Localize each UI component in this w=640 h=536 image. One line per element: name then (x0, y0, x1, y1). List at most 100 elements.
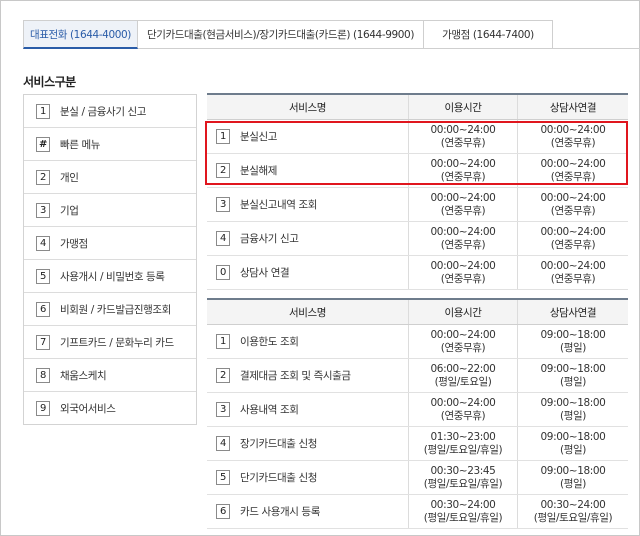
agent-note: (평일) (560, 477, 586, 490)
agent-note: (평일) (560, 409, 586, 422)
hours-cell: 00:00~24:00 (연중무휴) (408, 154, 517, 187)
menu-item-corporate[interactable]: 3 기업 (24, 194, 196, 227)
agent-cell: 00:30~24:00 (평일/토요일/휴일) (517, 495, 628, 528)
agent-time: 00:00~24:00 (540, 157, 606, 170)
menu-item-label: 기업 (60, 204, 79, 217)
agent-time: 09:00~18:00 (540, 328, 606, 341)
hours-cell: 00:30~23:45 (평일/토요일/휴일) (408, 461, 517, 494)
key-badge: 0 (216, 265, 230, 280)
hours-time: 01:30~23:00 (430, 430, 496, 443)
agent-cell: 09:00~18:00 (평일) (517, 325, 628, 358)
service-name: 분실해제 (240, 165, 278, 177)
agent-time: 09:00~18:00 (540, 430, 606, 443)
hours-note: (연중무휴) (440, 136, 486, 149)
service-menu: 1 분실 / 금융사기 신고 # 빠른 메뉴 2 개인 3 기업 4 가맹점 5 사용개시 … (23, 94, 197, 425)
key-badge: 4 (216, 436, 230, 451)
table-header: 서비스명 이용시간 상담사연결 (207, 93, 628, 120)
hours-time: 00:00~24:00 (430, 396, 496, 409)
menu-item-nonmember[interactable]: 6 비회원 / 카드발급진행조회 (24, 293, 196, 326)
key-badge: 6 (36, 301, 50, 317)
table-row: 2 결제대금 조회 및 즉시출금 06:00~22:00 (평일/토요일) 09:00~… (207, 359, 628, 393)
service-cell: 2 결제대금 조회 및 즉시출금 (207, 359, 408, 392)
hours-note: (연중무휴) (440, 238, 486, 251)
menu-item-giftcard[interactable]: 7 기프트카드 / 문화누리 카드 (24, 326, 196, 359)
hours-note: (평일/토요일/휴일) (423, 443, 503, 456)
menu-item-activation[interactable]: 5 사용개시 / 비밀번호 등록 (24, 260, 196, 293)
menu-item-quick[interactable]: # 빠른 메뉴 (24, 128, 196, 161)
hours-note: (평일/토요일) (434, 375, 492, 388)
agent-time: 00:00~24:00 (540, 225, 606, 238)
tab-card-loan[interactable]: 단기카드대출(현금서비스)/장기카드대출(카드론) (1644-9900) (138, 20, 424, 49)
col-agent: 상담사연결 (517, 300, 628, 324)
menu-item-lost-fraud[interactable]: 1 분실 / 금융사기 신고 (24, 95, 196, 128)
key-badge: 3 (36, 202, 50, 218)
agent-note: (평일/토요일/휴일) (533, 511, 613, 524)
agent-note: (평일) (560, 375, 586, 388)
hours-note: (연중무휴) (440, 341, 486, 354)
service-cell: 2 분실해제 (207, 154, 408, 187)
hours-time: 00:00~24:00 (430, 225, 496, 238)
service-cell: 4 금융사기 신고 (207, 222, 408, 255)
menu-item-foreign[interactable]: 9 외국어서비스 (24, 392, 196, 424)
key-badge: 2 (36, 169, 50, 185)
hours-time: 00:00~24:00 (430, 328, 496, 341)
hours-cell: 00:00~24:00 (연중무휴) (408, 393, 517, 426)
col-service-name: 서비스명 (288, 306, 327, 319)
table-row: 4 금융사기 신고 00:00~24:00 (연중무휴) 00:00~24:00 (연중무… (207, 222, 628, 256)
service-name: 장기카드대출 신청 (240, 438, 318, 450)
hours-note: (연중무휴) (440, 170, 486, 183)
key-badge: 6 (216, 504, 230, 519)
key-badge: 4 (36, 235, 50, 251)
agent-cell: 09:00~18:00 (평일) (517, 393, 628, 426)
hours-time: 00:00~24:00 (430, 123, 496, 136)
menu-item-label: 개인 (60, 171, 79, 184)
agent-note: (평일) (560, 341, 586, 354)
key-badge: # (36, 136, 50, 152)
tab-bar: 대표전화 (1644-4000) 단기카드대출(현금서비스)/장기카드대출(카드… (23, 20, 553, 49)
table-row: 4 장기카드대출 신청 01:30~23:00 (평일/토요일/휴일) 09:00~18… (207, 427, 628, 461)
agent-cell: 09:00~18:00 (평일) (517, 461, 628, 494)
service-name: 이용한도 조회 (240, 336, 299, 348)
hours-time: 00:00~24:00 (430, 191, 496, 204)
service-name: 단기카드대출 신청 (240, 472, 318, 484)
agent-time: 00:00~24:00 (540, 259, 606, 272)
hours-note: (연중무휴) (440, 272, 486, 285)
hours-time: 00:00~24:00 (430, 157, 496, 170)
tab-merchant[interactable]: 가맹점 (1644-7400) (424, 20, 553, 49)
hours-cell: 06:00~22:00 (평일/토요일) (408, 359, 517, 392)
key-badge: 3 (216, 402, 230, 417)
table-row: 3 사용내역 조회 00:00~24:00 (연중무휴) 09:00~18:00 (평일) (207, 393, 628, 427)
hours-time: 00:00~24:00 (430, 259, 496, 272)
menu-item-label: 기프트카드 / 문화누리 카드 (60, 336, 174, 349)
tab-main-phone[interactable]: 대표전화 (1644-4000) (23, 20, 138, 49)
agent-time: 09:00~18:00 (540, 362, 606, 375)
menu-item-label: 채움스케치 (60, 369, 107, 382)
agent-note: (연중무휴) (550, 136, 596, 149)
hours-time: 00:30~24:00 (430, 498, 496, 511)
menu-item-sketch[interactable]: 8 채움스케치 (24, 359, 196, 392)
table-body: 1 이용한도 조회 00:00~24:00 (연중무휴) 09:00~18:00 (평일)… (207, 325, 628, 529)
key-badge: 1 (36, 103, 50, 119)
key-badge: 8 (36, 367, 50, 383)
table-row: 0 상담사 연결 00:00~24:00 (연중무휴) 00:00~24:00 (연중무휴… (207, 256, 628, 290)
table-row: 3 분실신고내역 조회 00:00~24:00 (연중무휴) 00:00~24:00 (연… (207, 188, 628, 222)
agent-note: (평일) (560, 443, 586, 456)
key-badge: 7 (36, 334, 50, 350)
hours-note: (평일/토요일/휴일) (423, 477, 503, 490)
menu-item-personal[interactable]: 2 개인 (24, 161, 196, 194)
hours-time: 06:00~22:00 (430, 362, 496, 375)
key-badge: 3 (216, 197, 230, 212)
agent-note: (연중무휴) (550, 238, 596, 251)
table-row: 2 분실해제 00:00~24:00 (연중무휴) 00:00~24:00 (연중무휴) (207, 154, 628, 188)
service-cell: 4 장기카드대출 신청 (207, 427, 408, 460)
key-badge: 2 (216, 368, 230, 383)
table-row: 1 이용한도 조회 00:00~24:00 (연중무휴) 09:00~18:00 (평일) (207, 325, 628, 359)
key-badge: 1 (216, 334, 230, 349)
hours-cell: 00:00~24:00 (연중무휴) (408, 256, 517, 289)
section-title: 서비스구분 (23, 75, 76, 89)
menu-item-merchant[interactable]: 4 가맹점 (24, 227, 196, 260)
service-cell: 1 분실신고 (207, 120, 408, 153)
agent-note: (연중무휴) (550, 204, 596, 217)
service-name: 상담사 연결 (240, 267, 290, 279)
key-badge: 5 (216, 470, 230, 485)
